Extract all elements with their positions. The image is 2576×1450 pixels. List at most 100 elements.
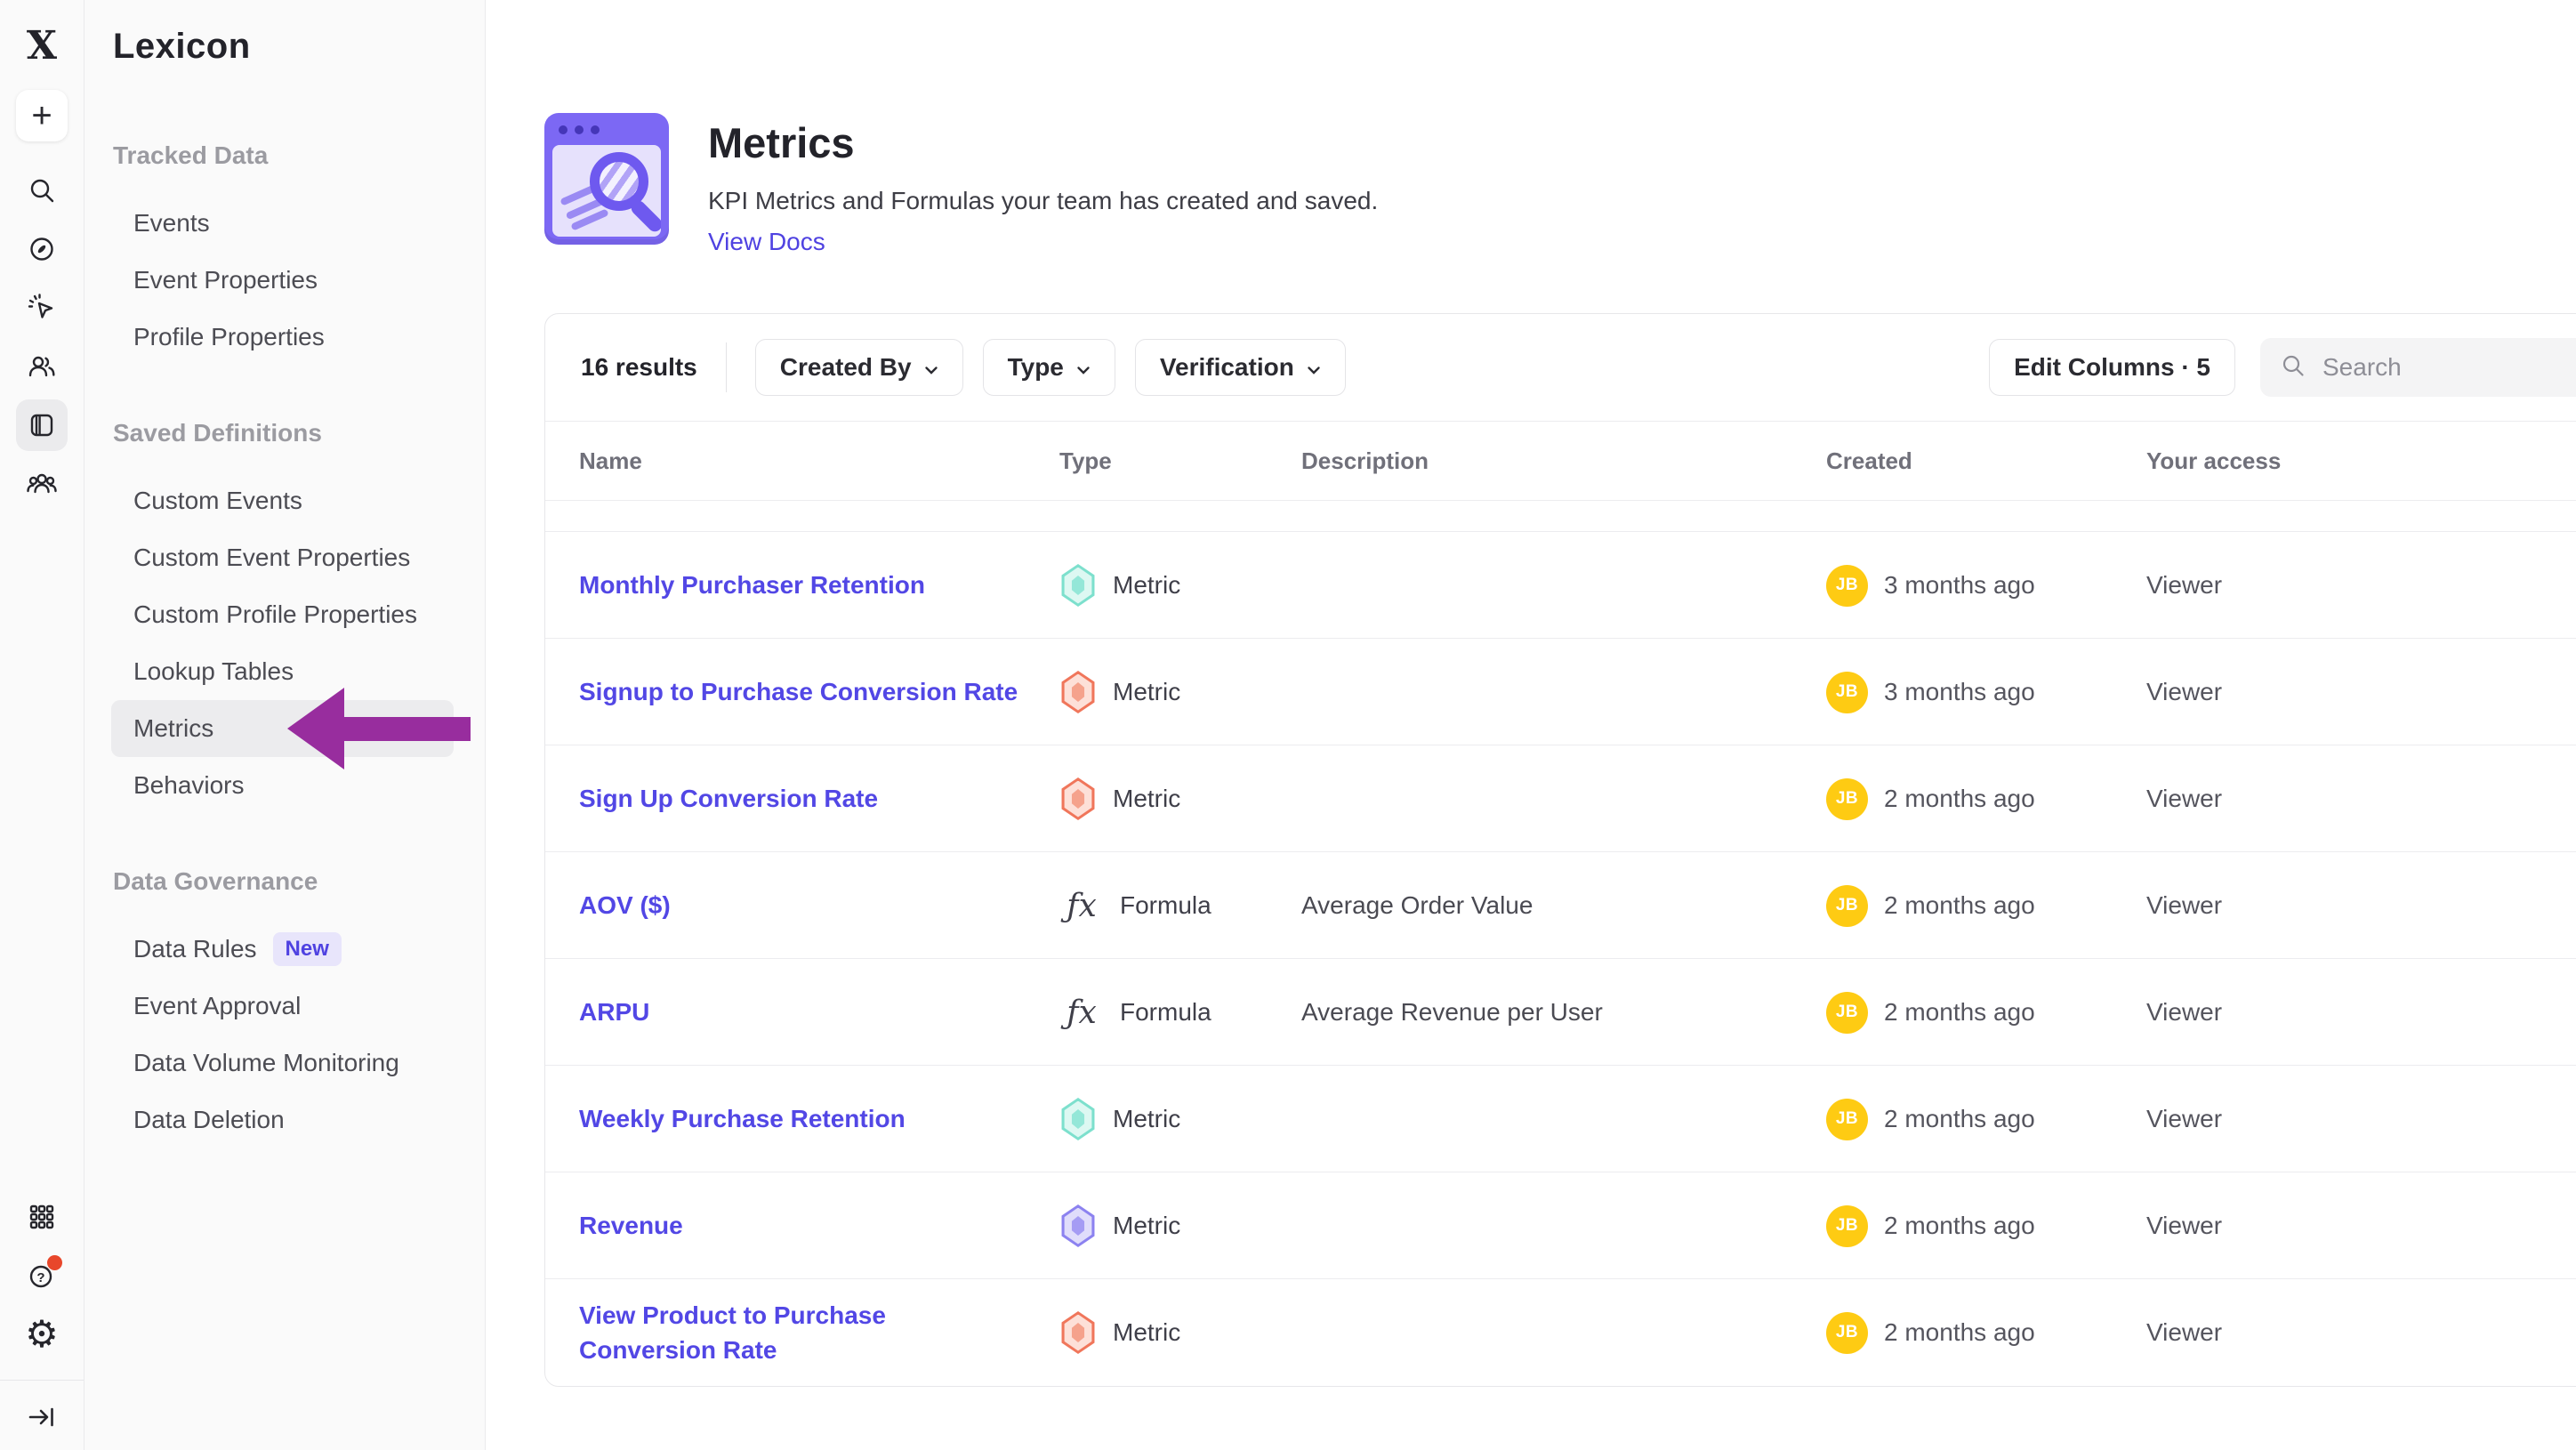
metric-name-link[interactable]: Monthly Purchaser Retention [579, 568, 961, 602]
sidebar-item-data-deletion[interactable]: Data Deletion [111, 1092, 454, 1148]
sidebar-item-label: Event Approval [133, 992, 301, 1020]
table-row[interactable]: Revenue Metric JB 2 months ago Viewer [545, 1172, 2576, 1279]
metric-name-link[interactable]: View Product to Purchase Conversion Rate [579, 1298, 1059, 1367]
filter-label: Type [1008, 353, 1064, 382]
metric-type-icon [1059, 564, 1097, 607]
sidebar-item-label: Lookup Tables [133, 657, 294, 686]
created-time: 2 months ago [1884, 1212, 2035, 1240]
sidebar-item-lookup-tables[interactable]: Lookup Tables [111, 643, 454, 700]
search-input[interactable] [2322, 353, 2554, 382]
access-level: Viewer [2146, 571, 2576, 600]
sidebar-item-event-approval[interactable]: Event Approval [111, 978, 454, 1035]
metric-name-link[interactable]: Sign Up Conversion Rate [579, 781, 914, 816]
sidebar-item-label: Event Properties [133, 266, 318, 294]
scrolled-row-sliver [545, 501, 2576, 532]
type-label: Metric [1113, 1212, 1180, 1240]
section-label-saved-definitions: Saved Definitions [85, 419, 485, 447]
metric-description: Average Revenue per User [1301, 998, 1826, 1027]
filter-type[interactable]: Type [983, 339, 1115, 396]
metric-name-link[interactable]: Revenue [579, 1208, 719, 1243]
column-header-access[interactable]: Your access [2146, 447, 2576, 475]
section-label-tracked-data: Tracked Data [85, 141, 485, 170]
created-time: 2 months ago [1884, 891, 2035, 920]
metric-name-link[interactable]: AOV ($) [579, 888, 706, 922]
table-row[interactable]: Monthly Purchaser Retention Metric JB3 m… [545, 532, 2576, 639]
metric-name-link[interactable]: Weekly Purchase Retention [579, 1101, 941, 1136]
metric-name-link[interactable]: Signup to Purchase Conversion Rate [579, 674, 1053, 709]
window-body [552, 145, 661, 237]
sidebar-item-custom-profile-properties[interactable]: Custom Profile Properties [111, 586, 454, 643]
sidebar-item-label: Data Deletion [133, 1106, 285, 1134]
sidebar-item-custom-events[interactable]: Custom Events [111, 472, 454, 529]
help-button[interactable]: ? [16, 1250, 68, 1301]
sidebar-item-label: Events [133, 209, 210, 238]
create-new-button[interactable]: + [16, 90, 68, 141]
table-row[interactable]: Signup to Purchase Conversion Rate Metri… [545, 639, 2576, 745]
filter-label: Verification [1160, 353, 1294, 382]
avatar: JB [1826, 672, 1868, 713]
rail-item-users[interactable] [16, 341, 68, 392]
rail-item-explore[interactable] [16, 223, 68, 275]
table-row[interactable]: Weekly Purchase Retention Metric JB2 mon… [545, 1066, 2576, 1172]
avatar: JB [1826, 778, 1868, 820]
type-label: Metric [1113, 1318, 1180, 1347]
metric-type-icon [1059, 777, 1097, 820]
table-row[interactable]: Sign Up Conversion Rate Metric JB2 month… [545, 745, 2576, 852]
metric-description: Average Order Value [1301, 891, 1826, 920]
magnifier-handle [628, 197, 661, 234]
type-label: Metric [1113, 678, 1180, 706]
sidebar-item-custom-event-properties[interactable]: Custom Event Properties [111, 529, 454, 586]
new-badge: New [273, 932, 342, 966]
search-icon [24, 173, 60, 208]
metric-type-icon [1059, 671, 1097, 713]
sidebar-item-profile-properties[interactable]: Profile Properties [111, 309, 454, 366]
mixpanel-logo-icon: X [27, 23, 57, 68]
rail-footer: ? ⚙ [0, 1191, 84, 1450]
avatar: JB [1826, 1312, 1868, 1354]
column-header-name[interactable]: Name [579, 447, 1059, 475]
table-row[interactable]: View Product to Purchase Conversion Rate… [545, 1279, 2576, 1386]
metric-type-icon [1059, 1204, 1097, 1247]
metric-name-link[interactable]: ARPU [579, 995, 685, 1029]
sidebar-item-metrics[interactable]: Metrics [111, 700, 454, 757]
filter-verification[interactable]: Verification [1135, 339, 1346, 396]
sidebar-title: Lexicon [85, 27, 485, 67]
metrics-table-card: 16 results Created By Type Verification … [544, 313, 2576, 1387]
column-header-type[interactable]: Type [1059, 447, 1301, 475]
lexicon-sidebar: Lexicon Tracked Data Events Event Proper… [85, 0, 486, 1450]
rail-divider [0, 1380, 84, 1381]
apps-grid-button[interactable] [16, 1191, 68, 1243]
plus-icon: + [31, 96, 52, 136]
section-label-data-governance: Data Governance [85, 867, 485, 896]
column-header-created[interactable]: Created [1826, 447, 2146, 475]
table-row[interactable]: AOV ($) Formula Average Order Value JB2 … [545, 852, 2576, 959]
collapse-sidebar-button[interactable] [16, 1391, 68, 1443]
search-box[interactable] [2260, 338, 2576, 397]
view-docs-link[interactable]: View Docs [708, 228, 825, 256]
avatar: JB [1826, 992, 1868, 1034]
search-icon [2280, 352, 2306, 383]
edit-columns-button[interactable]: Edit Columns · 5 [1989, 339, 2235, 396]
metrics-app-icon [544, 113, 669, 245]
settings-button[interactable]: ⚙ [16, 1309, 68, 1360]
access-level: Viewer [2146, 1212, 2576, 1240]
filter-created-by[interactable]: Created By [755, 339, 963, 396]
type-label: Metric [1113, 571, 1180, 600]
rail-item-search[interactable] [16, 165, 68, 216]
sidebar-item-label: Behaviors [133, 771, 245, 800]
cursor-click-icon [24, 290, 60, 326]
sidebar-item-event-properties[interactable]: Event Properties [111, 252, 454, 309]
svg-text:?: ? [36, 1270, 44, 1285]
rail-item-events[interactable] [16, 282, 68, 334]
avatar: JB [1826, 1205, 1868, 1247]
table-row[interactable]: ARPU Formula Average Revenue per User JB… [545, 959, 2576, 1066]
column-header-description[interactable]: Description [1301, 447, 1826, 475]
rail-item-lexicon[interactable] [16, 399, 68, 451]
sidebar-item-data-volume-monitoring[interactable]: Data Volume Monitoring [111, 1035, 454, 1092]
rail-item-cohorts[interactable] [16, 458, 68, 510]
sidebar-item-data-rules[interactable]: Data Rules New [111, 921, 454, 978]
page-header: Metrics KPI Metrics and Formulas your te… [544, 113, 2576, 256]
page-title: Metrics [708, 118, 1378, 167]
sidebar-item-behaviors[interactable]: Behaviors [111, 757, 454, 814]
sidebar-item-events[interactable]: Events [111, 195, 454, 252]
